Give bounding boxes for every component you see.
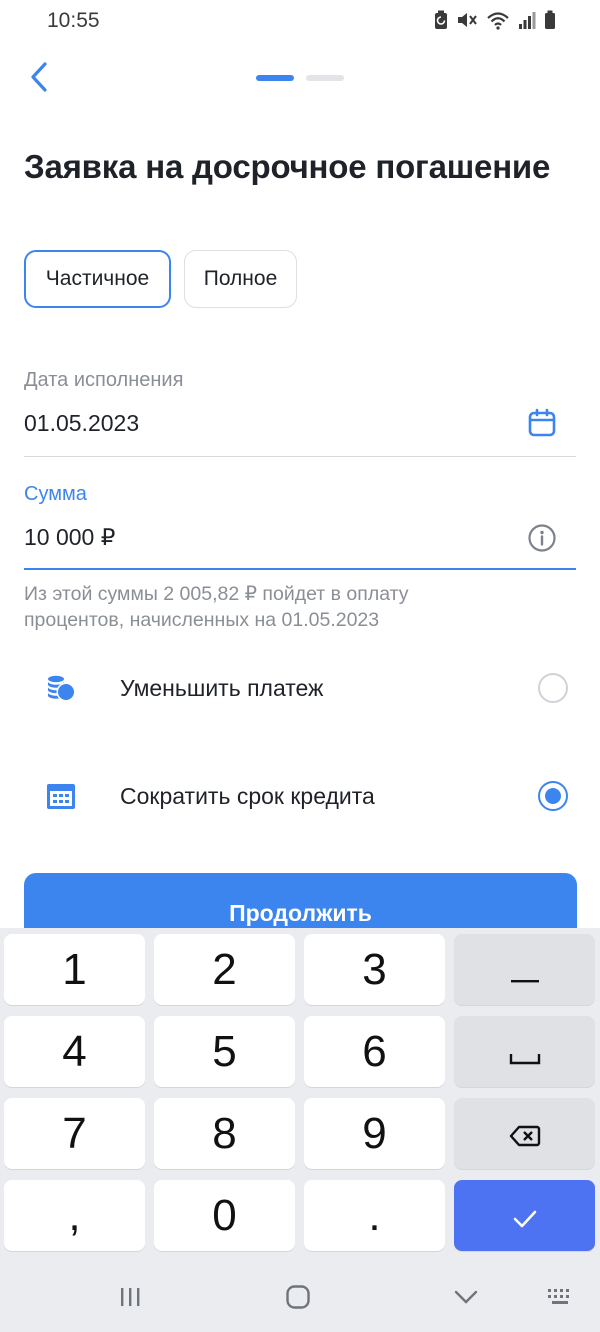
sum-hint-line-2: процентов, начисленных на 01.05.2023 (24, 609, 380, 631)
sum-field[interactable] (24, 524, 504, 551)
wifi-icon (486, 10, 510, 30)
system-nav-bar (0, 1262, 600, 1332)
space-icon (509, 1027, 541, 1077)
keyboard-switch-icon (546, 1287, 574, 1312)
hide-keyboard-icon (453, 1289, 479, 1310)
key-6[interactable]: 6 (304, 1016, 445, 1087)
recent-apps-button[interactable] (110, 1282, 150, 1316)
key-space[interactable] (454, 1016, 595, 1087)
key-3[interactable]: 3 (304, 934, 445, 1005)
battery-icon (544, 10, 556, 30)
key-done[interactable] (454, 1180, 595, 1251)
sum-field-underline (24, 568, 576, 570)
back-button[interactable] (22, 60, 56, 98)
key-period[interactable]: . (304, 1180, 445, 1251)
check-icon (511, 1191, 539, 1241)
sum-field-label: Сумма (24, 483, 87, 505)
key-2[interactable]: 2 (154, 934, 295, 1005)
option-reduce-payment[interactable]: Уменьшить платеж (0, 653, 600, 723)
key-1[interactable]: 1 (4, 934, 145, 1005)
sum-hint: Из этой суммы 2 005,82 ₽ пойдет в оплату… (24, 581, 564, 633)
status-icons (434, 10, 556, 30)
coins-icon (43, 670, 79, 706)
backspace-icon (509, 1109, 541, 1159)
option-shorten-term-label: Сократить срок кредита (120, 783, 375, 809)
status-time: 10:55 (47, 9, 100, 32)
chevron-left-icon (29, 61, 49, 98)
home-button[interactable] (278, 1282, 318, 1316)
option-shorten-term[interactable]: Сократить срок кредита (0, 761, 600, 831)
date-field-label: Дата исполнения (24, 369, 184, 391)
mute-icon (456, 10, 478, 30)
option-reduce-payment-label: Уменьшить платеж (120, 675, 324, 701)
radio-shorten-term[interactable] (538, 781, 568, 811)
chip-partial[interactable]: Частичное (24, 250, 171, 308)
hide-keyboard-button[interactable] (446, 1282, 486, 1316)
radio-reduce-payment[interactable] (538, 673, 568, 703)
step-indicator (256, 75, 344, 81)
key-comma[interactable]: , (4, 1180, 145, 1251)
date-field-underline (24, 456, 576, 457)
date-field[interactable] (24, 410, 504, 437)
key-9[interactable]: 9 (304, 1098, 445, 1169)
key-8[interactable]: 8 (154, 1098, 295, 1169)
home-icon (285, 1284, 311, 1315)
minus-icon (510, 945, 540, 995)
recent-apps-icon (118, 1285, 142, 1314)
key-backspace[interactable] (454, 1098, 595, 1169)
chip-full[interactable]: Полное (184, 250, 297, 308)
key-5[interactable]: 5 (154, 1016, 295, 1087)
key-4[interactable]: 4 (4, 1016, 145, 1087)
calendar-icon[interactable] (524, 405, 560, 441)
signal-icon (518, 10, 536, 30)
keyboard-switch-button[interactable] (540, 1282, 580, 1316)
key-0[interactable]: 0 (154, 1180, 295, 1251)
step-1-active (256, 75, 294, 81)
step-2 (306, 75, 344, 81)
status-bar: 10:55 (0, 0, 600, 44)
info-icon[interactable] (524, 520, 560, 556)
key-7[interactable]: 7 (4, 1098, 145, 1169)
battery-saver-icon (434, 10, 448, 30)
calendar-grid-icon (43, 778, 79, 814)
sum-hint-line-1: Из этой суммы 2 005,82 ₽ пойдет в оплату (24, 583, 409, 605)
page-title: Заявка на досрочное погашение (24, 148, 551, 185)
key-minus[interactable] (454, 934, 595, 1005)
